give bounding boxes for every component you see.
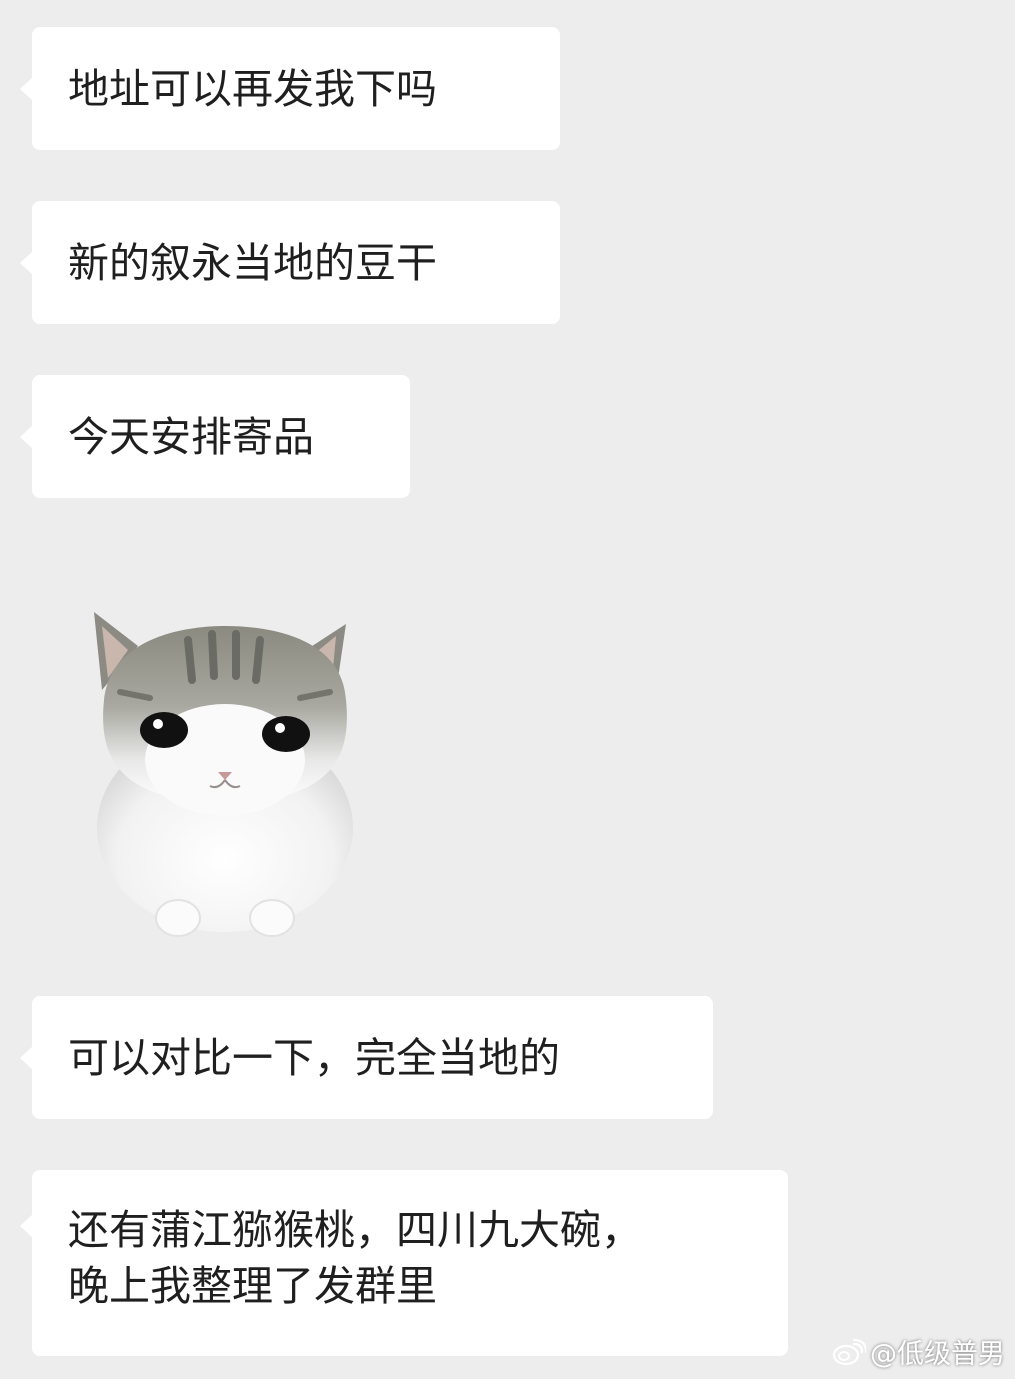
cat-sticker-icon[interactable] (80, 600, 370, 950)
message-text: 可以对比一下，完全当地的 (68, 1033, 560, 1082)
message-bubble[interactable]: 可以对比一下，完全当地的 (20, 996, 713, 1119)
message-bubble[interactable]: 还有蒲江猕猴桃，四川九大碗， 晚上我整理了发群里 (20, 1170, 788, 1356)
message-bubble[interactable]: 新的叙永当地的豆干 (20, 201, 560, 324)
message-text: 新的叙永当地的豆干 (68, 238, 437, 287)
message-bubble[interactable]: 今天安排寄品 (20, 375, 410, 498)
message-text-line: 晚上我整理了发群里 (68, 1262, 437, 1310)
watermark: @低级普男 (832, 1332, 1005, 1371)
watermark-text: @低级普男 (870, 1339, 1005, 1370)
weibo-icon (832, 1338, 866, 1365)
message-bubble[interactable]: 地址可以再发我下吗 (20, 27, 560, 150)
message-text-line: 还有蒲江猕猴桃，四川九大碗， (68, 1206, 642, 1254)
message-text: 地址可以再发我下吗 (68, 64, 437, 113)
message-text: 今天安排寄品 (68, 412, 314, 461)
